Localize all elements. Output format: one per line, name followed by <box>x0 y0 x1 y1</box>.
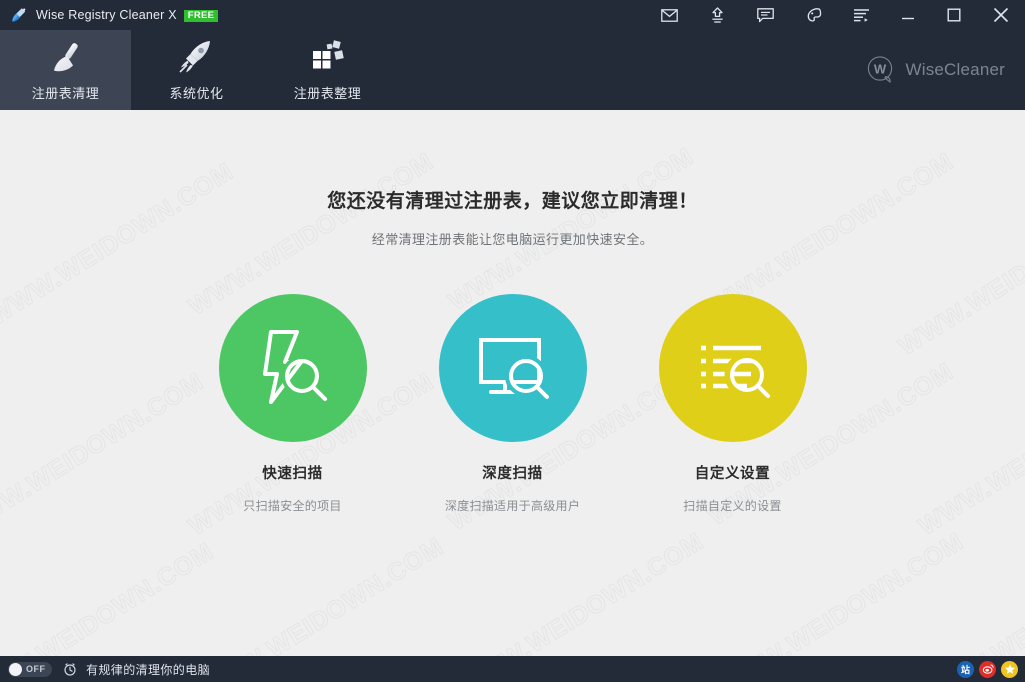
watermark: WWW.WEIDOWN.COM <box>193 532 449 656</box>
edition-badge: FREE <box>183 9 219 23</box>
alarm-clock-icon[interactable] <box>63 662 77 676</box>
list-search-icon <box>685 318 781 419</box>
title-bar: Wise Registry Cleaner X FREE <box>0 0 1025 30</box>
watermark: WWW.WEIDOWN.COM <box>0 537 219 656</box>
navigation-bar: 注册表清理 系统优化 注册表整理 W WiseCleaner <box>0 30 1025 110</box>
page-subtitle: 经常清理注册表能让您电脑运行更加快速安全。 <box>371 232 654 247</box>
watermark: WWW.WEIDOWN.COM <box>918 537 1025 656</box>
deep-scan-circle[interactable] <box>438 294 587 442</box>
website-badge[interactable]: 站 <box>957 660 974 678</box>
svg-text:W: W <box>874 62 887 77</box>
weibo-badge[interactable] <box>979 660 996 678</box>
action-description: 扫描自定义的设置 <box>683 499 782 513</box>
action-title: 深度扫描 <box>482 466 543 482</box>
quick-scan-circle[interactable] <box>218 294 367 442</box>
upgrade-icon[interactable] <box>693 0 741 30</box>
broom-icon <box>44 38 88 76</box>
favorite-badge[interactable] <box>1001 660 1018 678</box>
mail-icon[interactable] <box>645 0 693 30</box>
content-panel: 您还没有清理过注册表，建议您立即清理！ 经常清理注册表能让您电脑运行更加快速安全… <box>0 110 1025 514</box>
monitor-search-icon <box>465 318 561 419</box>
action-description: 只扫描安全的项目 <box>243 499 342 513</box>
action-title: 自定义设置 <box>694 466 771 482</box>
wisecleaner-mark-icon: W <box>866 55 896 85</box>
theme-icon[interactable] <box>789 0 837 30</box>
blocks-icon <box>307 38 349 76</box>
action-description: 深度扫描适用于高级用户 <box>444 499 581 513</box>
schedule-toggle[interactable]: OFF <box>8 661 52 677</box>
tab-registry-cleaner[interactable]: 注册表清理 <box>0 30 131 110</box>
minimize-icon[interactable] <box>885 0 931 30</box>
window-title: Wise Registry Cleaner X FREE <box>36 7 219 23</box>
broom-icon <box>10 6 28 24</box>
action-title: 快速扫描 <box>262 466 323 482</box>
lightning-search-icon <box>245 318 341 419</box>
tab-registry-defrag[interactable]: 注册表整理 <box>262 30 393 110</box>
tab-label: 系统优化 <box>169 86 224 101</box>
watermark: WWW.WEIDOWN.COM <box>453 527 709 656</box>
toggle-state-label: OFF <box>26 664 46 674</box>
menu-icon[interactable] <box>837 0 885 30</box>
feedback-icon[interactable] <box>741 0 789 30</box>
page-title: 您还没有清理过注册表，建议您立即清理！ <box>327 191 698 212</box>
window-title-text: Wise Registry Cleaner X <box>36 7 177 22</box>
tab-label: 注册表清理 <box>31 86 100 101</box>
action-quick-scan[interactable]: 快速扫描 只扫描安全的项目 <box>218 294 367 514</box>
maximize-icon[interactable] <box>931 0 977 30</box>
action-custom-settings[interactable]: 自定义设置 扫描自定义的设置 <box>658 294 807 514</box>
tab-label: 注册表整理 <box>293 86 362 101</box>
toggle-knob <box>9 662 22 676</box>
custom-settings-circle[interactable] <box>658 294 807 442</box>
rocket-icon <box>175 38 219 76</box>
main-content: WWW.WEIDOWN.COM WWW.WEIDOWN.COM WWW.WEID… <box>0 110 1025 656</box>
social-links: 站 <box>957 660 1018 678</box>
application-window: Wise Registry Cleaner X FREE 注册表清理 系统优化 … <box>0 0 1025 682</box>
tab-system-optimize[interactable]: 系统优化 <box>131 30 262 110</box>
scan-actions: 快速扫描 只扫描安全的项目 深度扫描 深度扫描适用于高级用户 自定义设置 扫描自… <box>0 294 1025 514</box>
brand-text: WiseCleaner <box>905 60 1005 79</box>
watermark: WWW.WEIDOWN.COM <box>713 527 969 656</box>
close-icon[interactable] <box>977 0 1025 30</box>
status-bar: OFF 有规律的清理你的电脑 站 <box>0 656 1025 682</box>
titlebar-buttons <box>645 0 1025 30</box>
brand-logo: W WiseCleaner <box>866 55 1005 85</box>
status-message: 有规律的清理你的电脑 <box>86 662 211 677</box>
action-deep-scan[interactable]: 深度扫描 深度扫描适用于高级用户 <box>438 294 587 514</box>
